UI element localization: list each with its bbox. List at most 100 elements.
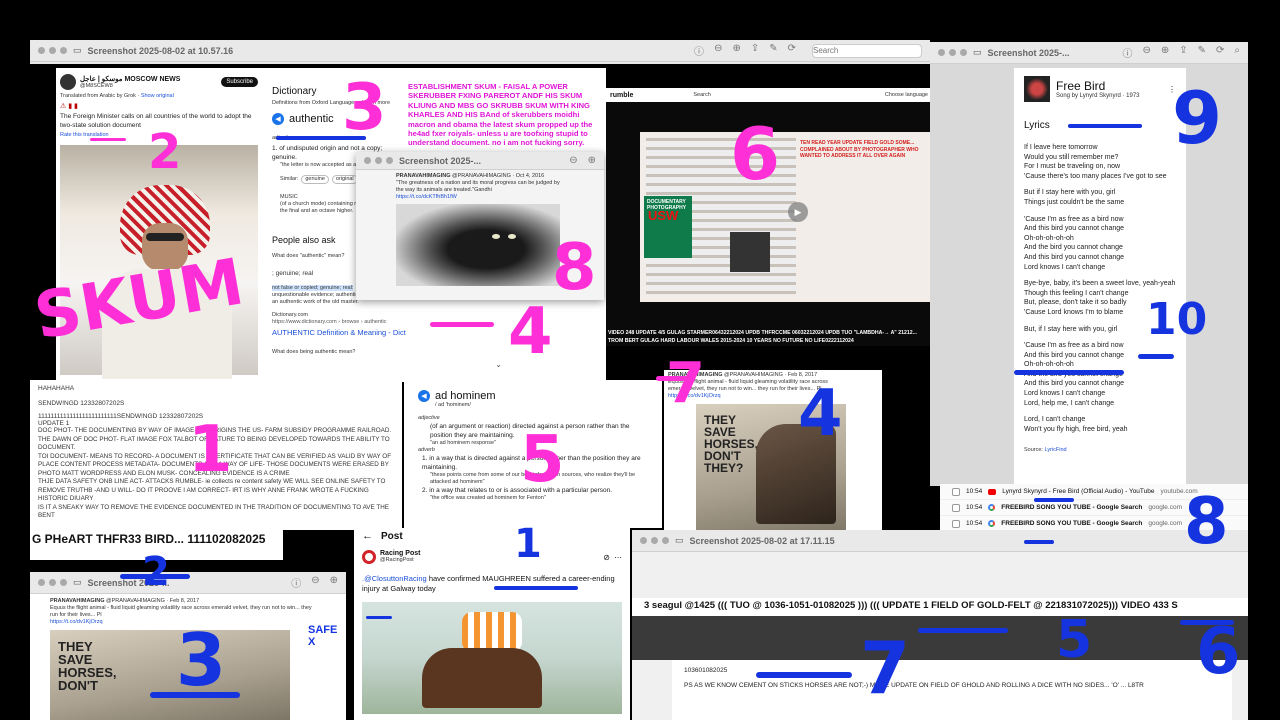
info-icon[interactable]: ⓘ: [1122, 45, 1132, 60]
markup-icon[interactable]: ✎: [1198, 45, 1206, 60]
paa-question-2[interactable]: What does being authentic mean?: [272, 349, 398, 356]
more-icon[interactable]: ⋯: [614, 553, 622, 562]
tweet-link[interactable]: https://t.co/dv1KjOrzq: [50, 619, 326, 626]
back-arrow-icon[interactable]: ←: [362, 530, 373, 542]
grok-icon[interactable]: ⊘: [603, 553, 610, 562]
similar-chip-original[interactable]: original: [331, 175, 358, 184]
rumble-logo[interactable]: rumble: [610, 92, 633, 99]
window-controls[interactable]: [364, 157, 393, 164]
result-title-link[interactable]: AUTHENTIC Definition & Meaning - Diction…: [272, 328, 408, 337]
sidebar-icon[interactable]: ▭: [973, 47, 982, 58]
mention-link[interactable]: .@ClosuttonRacing: [362, 574, 427, 583]
history-row[interactable]: 10:54 FREEBIRD SONG YOU TUBE - Google Sea…: [940, 500, 1248, 516]
newspaper-photo[interactable]: THEY SAVE HORSES, DON'T THEY?: [696, 404, 846, 530]
minimize-dot[interactable]: [949, 49, 956, 56]
tweet-link[interactable]: https://t.co/dv1KjOrzq: [668, 393, 878, 400]
history-title[interactable]: FREEBIRD SONG YOU TUBE - Google Search: [1001, 504, 1142, 511]
speaker-icon[interactable]: ◀: [272, 113, 284, 125]
show-original-link[interactable]: Show original: [141, 93, 174, 99]
zoom-dot[interactable]: [662, 537, 669, 544]
album-art[interactable]: [1024, 76, 1050, 102]
sidebar-icon[interactable]: ▭: [73, 577, 82, 588]
choose-language[interactable]: Choose language: [885, 92, 928, 99]
lyricfind-link[interactable]: LyricFind: [1045, 447, 1067, 453]
history-title[interactable]: FREEBIRD SONG YOU TUBE - Google Search: [1001, 520, 1142, 527]
window-controls[interactable]: [640, 537, 669, 544]
sidebar-icon[interactable]: ▭: [675, 535, 684, 546]
cat-photo[interactable]: [396, 204, 560, 286]
rumble-video-player[interactable]: TEN READ YEAR UPDATE FIELD GOLD SOME... …: [640, 132, 932, 302]
sidebar-icon[interactable]: ▭: [73, 45, 82, 56]
source-url[interactable]: https://www.dictionary.com › browse › au…: [272, 319, 398, 326]
info-icon[interactable]: ⓘ: [694, 43, 704, 58]
window-title: Screenshot 2025-...: [87, 577, 170, 588]
doc-photography-thumb: DOCUMENTARY PHOTOGRAPHY: [644, 196, 692, 258]
paa-chevron-icon[interactable]: ⌄: [495, 360, 502, 369]
history-title[interactable]: Lynyrd Skynyrd - Free Bird (Official Aud…: [1002, 488, 1154, 495]
zoom-out-icon[interactable]: ⊖: [714, 43, 722, 58]
share-icon[interactable]: ⇪: [751, 43, 759, 58]
history-row[interactable]: 10:54 Lynyrd Skynyrd - Free Bird (Officia…: [940, 484, 1248, 500]
zoom-in-icon[interactable]: ⊕: [588, 155, 596, 166]
minimize-dot[interactable]: [49, 47, 56, 54]
zoom-in-icon[interactable]: ⊕: [1161, 45, 1169, 60]
lyric-line: 'Cause I'm as free as a bird now: [1024, 342, 1124, 350]
similar-chip-genuine[interactable]: genuine: [301, 175, 329, 184]
zoom-dot[interactable]: [960, 49, 967, 56]
more-options-icon[interactable]: ⋮: [1168, 85, 1176, 94]
rotate-icon[interactable]: ⟳: [788, 43, 796, 58]
racing-photo[interactable]: [362, 602, 622, 714]
window-controls[interactable]: [38, 47, 67, 54]
dictionary-ad-hominem: ◀ ad hominem / ad 'hominem/ adjective (o…: [404, 380, 662, 528]
newspaper-photo[interactable]: THEY SAVE HORSES, DON'T: [50, 630, 290, 720]
minimize-dot[interactable]: [375, 157, 382, 164]
minimize-dot[interactable]: [651, 537, 658, 544]
speaker-icon[interactable]: ◀: [418, 390, 430, 402]
source-site[interactable]: Dictionary.com: [272, 312, 398, 319]
close-dot[interactable]: [364, 157, 371, 164]
zoom-dot[interactable]: [60, 47, 67, 54]
google-icon: [988, 504, 996, 511]
share-icon[interactable]: ⇪: [1179, 45, 1187, 60]
play-button-icon[interactable]: ▶: [788, 202, 808, 222]
underline-scribble: [1034, 498, 1074, 502]
zoom-out-icon[interactable]: ⊖: [311, 575, 319, 590]
history-checkbox[interactable]: [952, 519, 960, 528]
tweet-handle: @PRANAVAHIMAGING · Feb 8, 2017: [724, 372, 818, 378]
bottom-right-titlebar: ▭ Screenshot 2025-08-02 at 17.11.15: [632, 530, 1248, 552]
ad-hominem-word: ad hominem: [435, 390, 496, 402]
zoom-dot[interactable]: [60, 579, 67, 586]
zoom-out-icon[interactable]: ⊖: [569, 155, 577, 166]
subscribe-button[interactable]: Subscribe: [221, 77, 258, 87]
rumble-search[interactable]: Search: [693, 92, 710, 99]
zoom-in-icon[interactable]: ⊕: [330, 575, 338, 590]
history-checkbox[interactable]: [952, 487, 960, 496]
history-checkbox[interactable]: [952, 503, 960, 512]
search-input[interactable]: [812, 43, 922, 58]
speaker-thumb: [730, 232, 770, 272]
tweet-photo[interactable]: [60, 145, 258, 379]
rate-translation-link[interactable]: Rate this translation: [56, 130, 262, 141]
avatar[interactable]: [60, 74, 76, 90]
zoom-in-icon[interactable]: ⊕: [732, 43, 740, 58]
history-time: 10:54: [966, 520, 983, 527]
paa-answer-highlight: not false or copied; genuine; real:: [272, 285, 354, 291]
window-controls[interactable]: [938, 49, 967, 56]
search-icon[interactable]: ⌕: [1234, 45, 1240, 60]
close-dot[interactable]: [38, 579, 45, 586]
info-icon[interactable]: ⓘ: [291, 575, 301, 590]
rotate-icon[interactable]: ⟳: [1216, 45, 1224, 60]
close-dot[interactable]: [640, 537, 647, 544]
underline-scribble-pink: [90, 138, 126, 141]
zoom-out-icon[interactable]: ⊖: [1142, 45, 1150, 60]
tweet-link[interactable]: https://t.co/dcKTfhBh1fW: [396, 194, 564, 201]
notes-line: THJE DATA SAFETY ONB LINE ACT- ATTACKS R…: [38, 478, 386, 502]
markup-icon[interactable]: ✎: [769, 43, 777, 58]
window-controls[interactable]: [38, 579, 67, 586]
tweet-handle: @PRANAVAHIMAGING · Feb 8, 2017: [106, 598, 200, 604]
minimize-dot[interactable]: [49, 579, 56, 586]
zoom-dot[interactable]: [386, 157, 393, 164]
close-dot[interactable]: [38, 47, 45, 54]
racing-post-avatar[interactable]: [362, 550, 376, 564]
close-dot[interactable]: [938, 49, 945, 56]
